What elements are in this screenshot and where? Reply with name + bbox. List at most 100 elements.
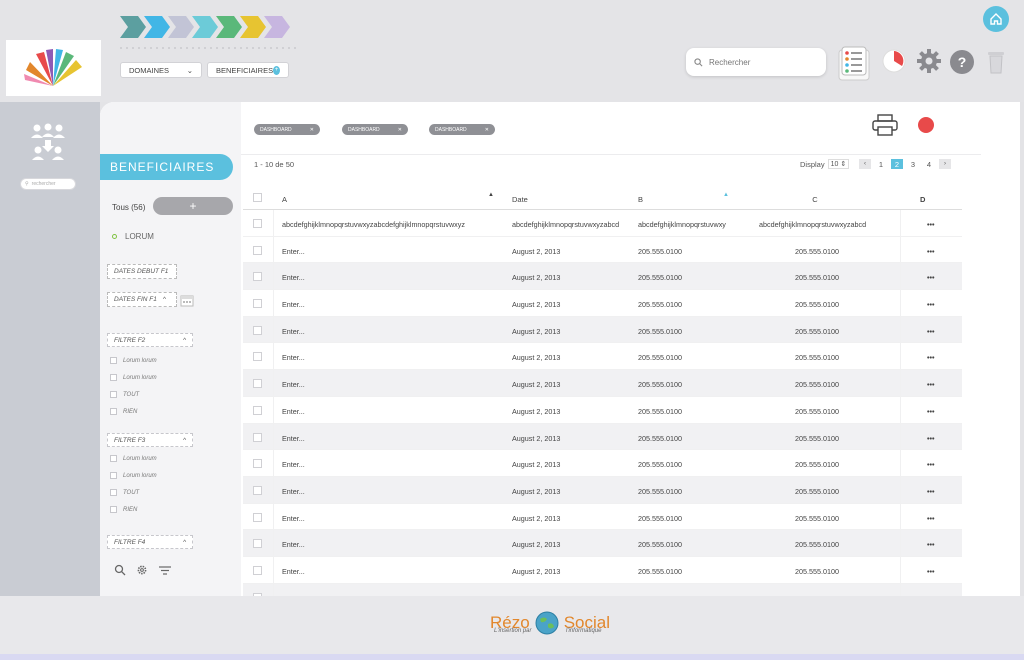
sidebar-search[interactable]: ⚲ rechercher <box>20 178 76 190</box>
row-actions-menu[interactable]: ••• <box>927 247 941 256</box>
table-row[interactable]: abcdefghijklmnopqrstuvwxyzabcdefghijklmn… <box>243 210 962 237</box>
row-actions-menu[interactable]: ••• <box>927 380 941 389</box>
app-logo[interactable] <box>6 40 101 96</box>
row-checkbox[interactable] <box>253 352 262 362</box>
checkbox[interactable] <box>110 391 117 398</box>
table-row[interactable]: Enter...August 2, 2013205.555.0100205.55… <box>243 396 962 424</box>
table-row[interactable]: Enter...August 2, 2013205.555.0100205.55… <box>243 263 962 291</box>
table-row[interactable]: Enter...August 2, 2013205.555.0100205.55… <box>243 476 962 504</box>
home-button[interactable] <box>983 6 1009 32</box>
sort-asc-icon[interactable]: ▲ <box>488 192 494 198</box>
table-row[interactable]: Enter...August 2, 2013205.555.0100205.55… <box>243 343 962 371</box>
table-row[interactable]: Enter...August 2, 2013205.555.0100205.55… <box>243 290 962 317</box>
calendar-icon[interactable] <box>180 294 194 307</box>
f3-option[interactable]: RIEN <box>110 506 137 513</box>
f3-option[interactable]: Lorum lorum <box>110 455 157 462</box>
table-row[interactable]: Enter...August 2, 2013205.555.0100205.55… <box>243 503 962 531</box>
filtre-f2-dropdown[interactable]: FILTRE F2 ^ <box>107 333 193 347</box>
help-icon[interactable]: ? <box>949 49 975 80</box>
search-icon[interactable] <box>114 564 126 576</box>
row-actions-menu[interactable]: ••• <box>927 540 941 549</box>
table-row[interactable]: Enter...August 2, 2013205.555.0100205.55… <box>243 316 962 344</box>
date-fin-field[interactable]: DATES FIN F1 ^ <box>107 292 177 307</box>
sort-icon[interactable]: ▲ <box>723 192 729 198</box>
row-checkbox[interactable] <box>253 459 262 469</box>
tous-filter[interactable]: Tous (56) <box>112 203 145 212</box>
f3-option[interactable]: Lorum lorum <box>110 472 157 479</box>
gear-icon[interactable] <box>916 48 942 79</box>
row-actions-menu[interactable]: ••• <box>927 514 941 523</box>
display-select[interactable]: 10 ⇕ <box>827 159 850 169</box>
page-link[interactable]: 1 <box>875 159 887 169</box>
checkbox[interactable] <box>110 489 117 496</box>
row-actions-menu[interactable]: ••• <box>927 487 941 496</box>
lorum-filter[interactable]: LORUM <box>112 232 154 241</box>
checkbox[interactable] <box>110 408 117 415</box>
row-checkbox[interactable] <box>253 485 262 495</box>
row-actions-menu[interactable]: ••• <box>927 567 941 576</box>
printer-icon[interactable] <box>872 114 898 136</box>
row-actions-menu[interactable]: ••• <box>927 434 941 443</box>
f2-option[interactable]: TOUT <box>110 391 139 398</box>
row-checkbox[interactable] <box>253 512 262 522</box>
row-actions-menu[interactable]: ••• <box>927 273 941 282</box>
row-actions-menu[interactable]: ••• <box>927 407 941 416</box>
close-icon[interactable]: ✕ <box>398 127 402 133</box>
checkbox[interactable] <box>110 357 117 364</box>
date-debut-field[interactable]: DATES DEBUT F1 <box>107 264 177 279</box>
trash-icon[interactable] <box>986 49 1006 80</box>
pie-chart-icon[interactable] <box>882 49 906 78</box>
beneficiaires-dropdown[interactable]: BENEFICIAIRES + <box>207 62 289 78</box>
row-checkbox[interactable] <box>253 299 262 309</box>
checkbox[interactable] <box>110 472 117 479</box>
filtre-f4-dropdown[interactable]: FILTRE F4 ^ <box>107 535 193 549</box>
gear-icon[interactable] <box>136 564 148 576</box>
page-link-active[interactable]: 2 <box>891 159 903 169</box>
row-actions-menu[interactable]: ••• <box>927 300 941 309</box>
f2-option[interactable]: Lorum lorum <box>110 357 157 364</box>
f3-option[interactable]: TOUT <box>110 489 139 496</box>
dashboard-chip[interactable]: DASHBOARD ✕ <box>342 124 408 135</box>
column-header-a[interactable]: A <box>282 195 510 204</box>
dashboard-chip[interactable]: DASHBOARD ✕ <box>254 124 320 135</box>
row-checkbox[interactable] <box>253 565 262 575</box>
row-checkbox[interactable] <box>253 245 262 255</box>
next-page-button[interactable]: › <box>939 159 951 169</box>
search-input[interactable] <box>709 57 809 67</box>
row-checkbox[interactable] <box>253 539 262 549</box>
select-all-checkbox[interactable] <box>253 193 262 202</box>
row-actions-menu[interactable]: ••• <box>927 460 941 469</box>
f2-option[interactable]: RIEN <box>110 408 137 415</box>
row-actions-menu[interactable]: ••• <box>927 327 941 336</box>
checkbox[interactable] <box>110 374 117 381</box>
global-search[interactable] <box>686 48 826 76</box>
table-row[interactable]: Enter...August 2, 2013205.555.0100205.55… <box>243 530 962 557</box>
prev-page-button[interactable]: ‹ <box>859 159 871 169</box>
table-row[interactable]: Enter...August 2, 2013205.555.0100205.55… <box>243 370 962 397</box>
checkbox[interactable] <box>110 506 117 513</box>
add-beneficiaire-button[interactable]: + <box>153 197 233 215</box>
column-header-d[interactable]: D <box>920 195 934 204</box>
filtre-f3-dropdown[interactable]: FILTRE F3 ^ <box>107 433 193 447</box>
column-header-c[interactable]: C <box>755 195 875 204</box>
domaines-dropdown[interactable]: DOMAINES ⌄ <box>120 62 202 78</box>
page-link[interactable]: 3 <box>907 159 919 169</box>
row-checkbox[interactable] <box>253 405 262 415</box>
table-row[interactable]: Enter...August 2, 2013205.555.0100205.55… <box>243 450 962 477</box>
table-row[interactable]: Enter...August 2, 2013205.555.0100205.55… <box>243 423 962 451</box>
filter-icon[interactable] <box>158 564 172 576</box>
row-actions-menu[interactable]: ••• <box>927 220 941 229</box>
close-icon[interactable]: ✕ <box>310 127 314 133</box>
close-icon[interactable]: ✕ <box>485 127 489 133</box>
row-checkbox[interactable] <box>253 272 262 282</box>
checkbox[interactable] <box>110 455 117 462</box>
row-checkbox[interactable] <box>253 325 262 335</box>
row-checkbox[interactable] <box>253 219 262 228</box>
checklist-icon[interactable] <box>836 46 872 87</box>
page-link[interactable]: 4 <box>923 159 935 169</box>
row-checkbox[interactable] <box>253 432 262 442</box>
table-row[interactable]: Enter...August 2, 2013205.555.0100205.55… <box>243 236 962 264</box>
f2-option[interactable]: Lorum lorum <box>110 374 157 381</box>
record-button[interactable] <box>918 117 934 133</box>
users-icon[interactable] <box>29 122 67 162</box>
